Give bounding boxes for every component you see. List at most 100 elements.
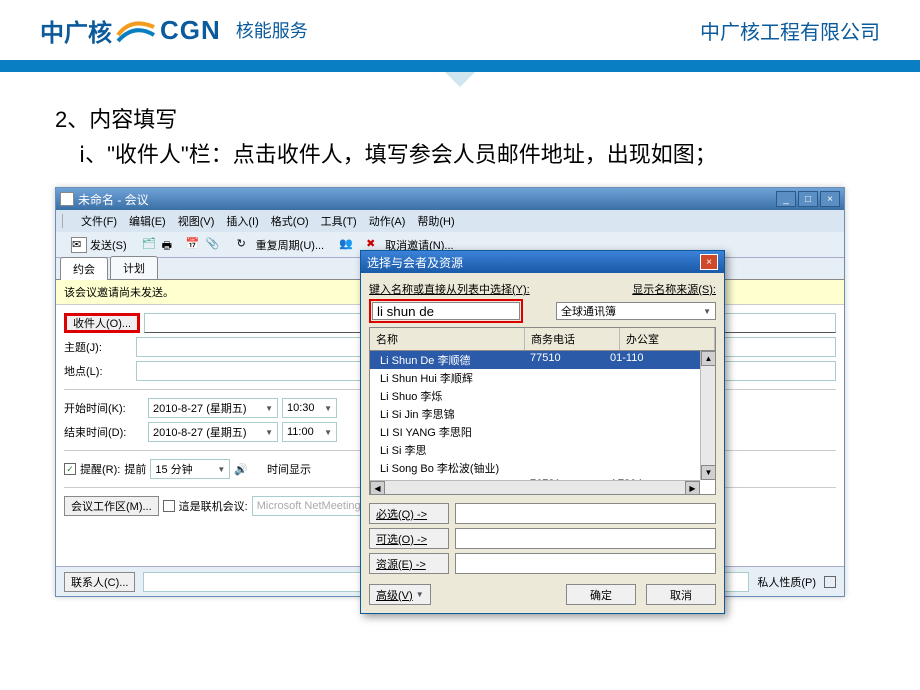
send-button[interactable]: ✉发送(S)	[64, 234, 134, 256]
chevron-down-icon: ▼	[217, 465, 225, 474]
location-label: 地点(L):	[64, 363, 132, 379]
chevron-down-icon: ▼	[265, 404, 273, 413]
col-name[interactable]: 名称	[370, 328, 525, 350]
menu-insert[interactable]: 插入(I)	[222, 211, 262, 231]
sound-icon[interactable]: 🔊	[234, 463, 248, 476]
instruction-line2: ⅰ、"收件人"栏：点击收件人，填写参会人员邮件地址，出现如图；	[55, 137, 865, 172]
chevron-down-icon: ▼	[703, 307, 711, 316]
advanced-button[interactable]: 高级(V) ▼	[369, 584, 431, 605]
dialog-close-button[interactable]: ×	[700, 254, 718, 270]
contacts-button[interactable]: 联系人(C)...	[64, 572, 135, 592]
menu-view[interactable]: 视图(V)	[174, 211, 219, 231]
time-display-label: 时间显示	[267, 461, 311, 477]
menu-help[interactable]: 帮助(H)	[413, 211, 458, 231]
chevron-down-icon: ▼	[265, 428, 273, 437]
chevron-down-icon: ▼	[324, 404, 332, 413]
scroll-down-button[interactable]: ▼	[701, 465, 716, 480]
recurrence-icon: ↻	[237, 237, 253, 253]
end-time-combo[interactable]: 11:00▼	[282, 422, 337, 442]
titlebar[interactable]: 未命名 - 会议 _ □ ×	[56, 188, 844, 210]
start-date-combo[interactable]: 2010-8-27 (星期五)▼	[148, 398, 278, 418]
tab-schedule[interactable]: 计划	[110, 256, 158, 279]
scroll-left-button[interactable]: ◀	[370, 481, 385, 495]
menu-format[interactable]: 格式(O)	[267, 211, 313, 231]
vertical-scrollbar[interactable]: ▲ ▼	[700, 351, 715, 480]
list-item[interactable]: Li Song Bo 李松波(铀业)	[370, 459, 715, 477]
list-item[interactable]: Li Si 李思	[370, 441, 715, 459]
recurrence-button[interactable]: ↻重复周期(U)...	[230, 234, 331, 256]
close-button[interactable]: ×	[820, 191, 840, 207]
list-item[interactable]: LI SI YANG 李思阳	[370, 423, 715, 441]
instruction-text: 2、内容填写 ⅰ、"收件人"栏：点击收件人，填写参会人员邮件地址，出现如图；	[0, 72, 920, 187]
invite-icon[interactable]: 👥	[339, 237, 355, 253]
maximize-button[interactable]: □	[798, 191, 818, 207]
source-label: 显示名称来源(S):	[632, 281, 716, 297]
reminder-checkbox[interactable]: ✓	[64, 463, 76, 475]
instruction-line1: 2、内容填写	[55, 102, 865, 137]
menu-edit[interactable]: 编辑(E)	[125, 211, 170, 231]
end-date-combo[interactable]: 2010-8-27 (星期五)▼	[148, 422, 278, 442]
list-item[interactable]: Li Si Jin 李思锦	[370, 405, 715, 423]
menubar: 文件(F) 编辑(E) 视图(V) 插入(I) 格式(O) 工具(T) 动作(A…	[56, 210, 844, 232]
resource-input[interactable]	[455, 553, 716, 574]
page-header: 中广核 CGN 核能服务 中广核工程有限公司	[0, 0, 920, 60]
search-input[interactable]	[372, 302, 520, 320]
logo-swoosh-icon	[116, 15, 156, 45]
required-button[interactable]: 必选(Q) ->	[369, 503, 449, 524]
calendar-icon[interactable]: 📅	[186, 237, 202, 253]
tab-appointment[interactable]: 约会	[60, 257, 108, 280]
list-header: 名称 商务电话 办公室	[369, 327, 716, 350]
col-phone[interactable]: 商务电话	[525, 328, 620, 350]
online-checkbox[interactable]	[163, 500, 175, 512]
minimize-button[interactable]: _	[776, 191, 796, 207]
contacts-listbox[interactable]: Li Shun De 李顺德7751001-110Li Shun Hui 李顺辉…	[369, 350, 716, 495]
recipient-button[interactable]: 收件人(O)...	[64, 313, 140, 333]
logo-english: CGN	[160, 15, 221, 46]
cancel-button[interactable]: 取消	[646, 584, 716, 605]
company-name: 中广核工程有限公司	[700, 16, 880, 45]
source-select[interactable]: 全球通讯簿▼	[556, 302, 716, 320]
search-highlight	[369, 299, 523, 323]
chevron-down-icon: ▼	[416, 590, 424, 599]
reminder-pre: 提前	[124, 461, 146, 477]
reminder-combo[interactable]: 15 分钟▼	[150, 459, 230, 479]
subject-label: 主题(J):	[64, 339, 132, 355]
search-label: 键入名称或直接从列表中选择(Y):	[369, 281, 530, 297]
chevron-down-icon: ▼	[324, 428, 332, 437]
required-input[interactable]	[455, 503, 716, 524]
list-item[interactable]: Li Shun Hui 李顺辉	[370, 369, 715, 387]
window-title: 未命名 - 会议	[78, 191, 149, 208]
list-item[interactable]: Li Shuo 李烁	[370, 387, 715, 405]
start-time-label: 开始时间(K):	[64, 400, 144, 416]
window-icon	[60, 192, 74, 206]
horizontal-scrollbar[interactable]: ◀ ▶	[370, 480, 700, 494]
dialog-title: 选择与会者及资源	[367, 254, 463, 271]
accounts-icon[interactable]: 🗂	[142, 237, 158, 253]
workspace-button[interactable]: 会议工作区(M)...	[64, 496, 159, 516]
menu-actions[interactable]: 动作(A)	[365, 211, 410, 231]
scroll-up-button[interactable]: ▲	[701, 351, 716, 366]
reminder-label: 提醒(R):	[80, 461, 120, 477]
col-office[interactable]: 办公室	[620, 328, 715, 350]
list-item[interactable]: Li Shun De 李顺德7751001-110	[370, 351, 715, 369]
dialog-titlebar[interactable]: 选择与会者及资源 ×	[361, 251, 724, 273]
attach-icon[interactable]: 📎	[206, 237, 222, 253]
menu-tools[interactable]: 工具(T)	[317, 211, 361, 231]
select-attendees-dialog: 选择与会者及资源 × 键入名称或直接从列表中选择(Y): 显示名称来源(S): …	[360, 250, 725, 614]
scroll-right-button[interactable]: ▶	[685, 481, 700, 495]
header-divider	[0, 60, 920, 72]
print-icon[interactable]: 🖶	[162, 237, 178, 253]
menu-file[interactable]: 文件(F)	[77, 211, 121, 231]
private-checkbox[interactable]	[824, 576, 836, 588]
online-label: 這是联机会议:	[179, 498, 248, 514]
start-time-combo[interactable]: 10:30▼	[282, 398, 337, 418]
private-label: 私人性质(P)	[757, 574, 816, 590]
logo-chinese: 中广核	[40, 13, 112, 48]
logo-subtitle: 核能服务	[236, 17, 308, 43]
send-icon: ✉	[71, 237, 87, 253]
end-time-label: 结束时间(D):	[64, 424, 144, 440]
resource-button[interactable]: 资源(E) ->	[369, 553, 449, 574]
ok-button[interactable]: 确定	[566, 584, 636, 605]
optional-input[interactable]	[455, 528, 716, 549]
optional-button[interactable]: 可选(O) ->	[369, 528, 449, 549]
